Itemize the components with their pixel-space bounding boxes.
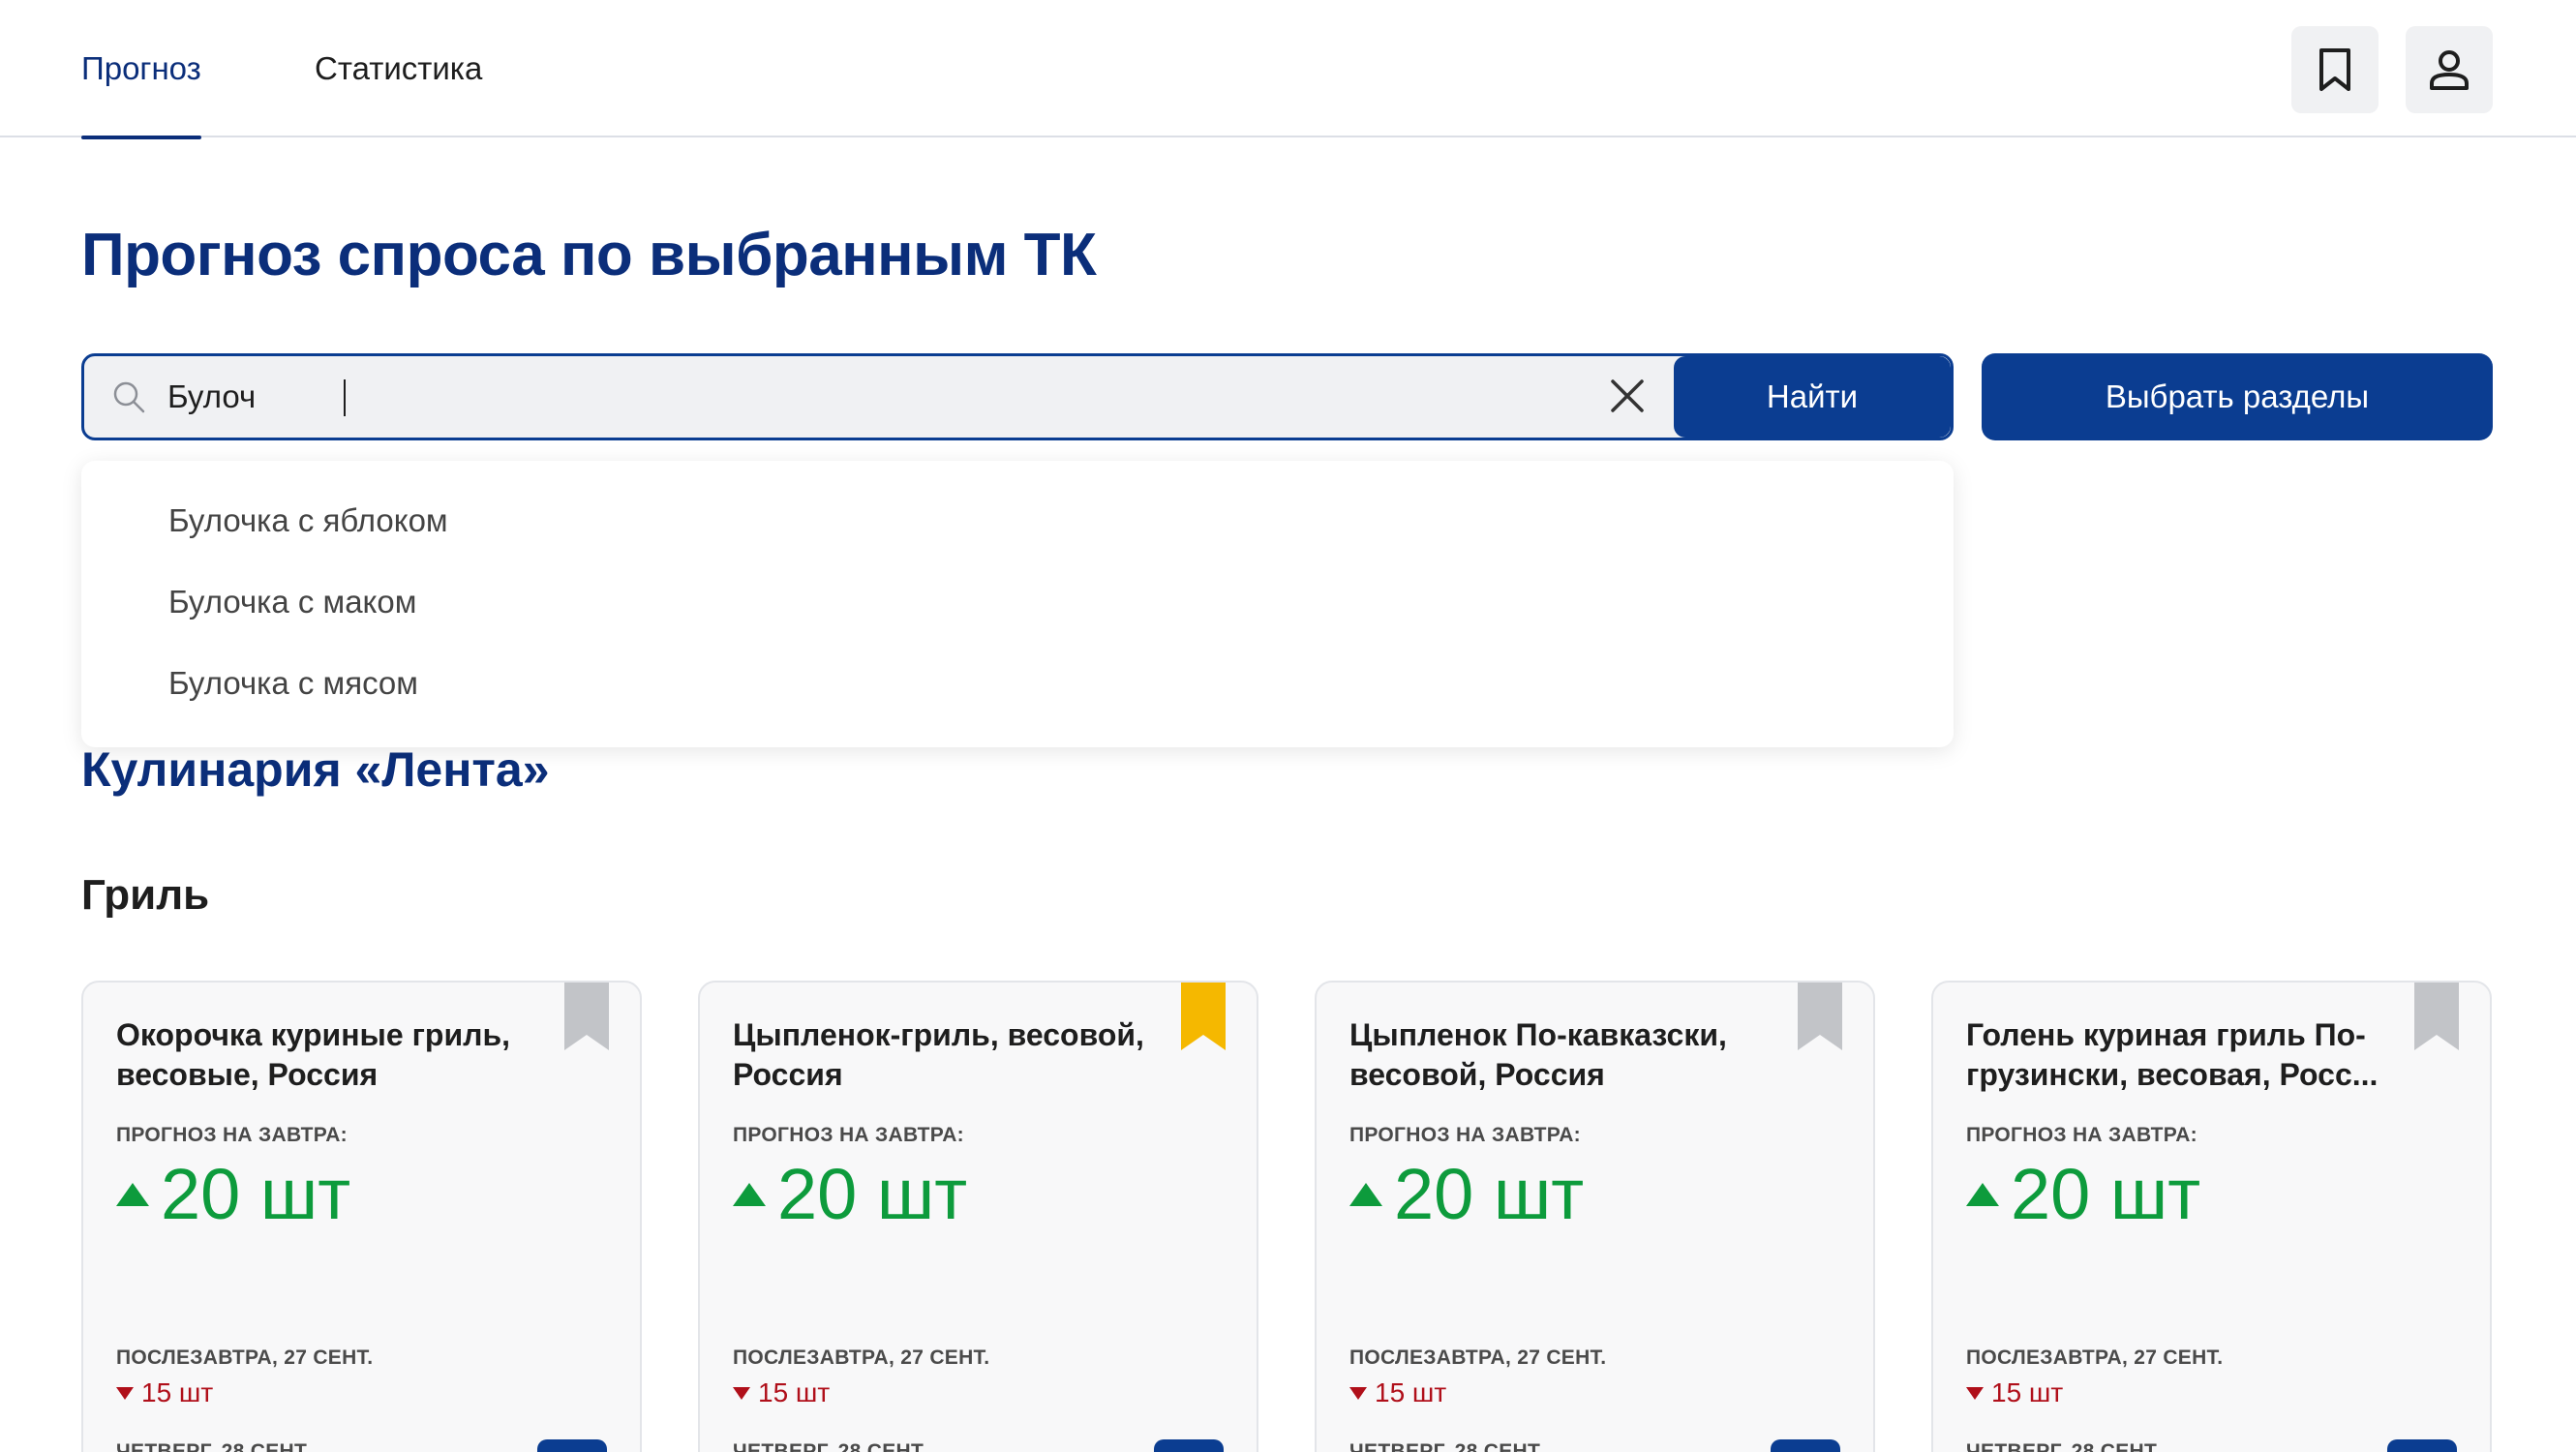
- forecast-label: ПРОГНОЗ НА ЗАВТРА:: [116, 1124, 348, 1146]
- product-card[interactable]: Голень куриная гриль По-грузински, весов…: [1931, 981, 2492, 1452]
- product-name: Цыпленок-гриль, весовой, Россия: [733, 1017, 1144, 1092]
- search-bar: Найти: [81, 353, 1954, 440]
- text-caret: [344, 379, 346, 416]
- day-after-value-text: 15 шт: [758, 1377, 831, 1407]
- day-after-value-text: 15 шт: [141, 1377, 214, 1407]
- suggestion-item[interactable]: Булочка с маком: [81, 561, 1954, 643]
- product-card[interactable]: Окорочка куриные гриль, весовые, Россия …: [81, 981, 642, 1452]
- card-action-button[interactable]: [537, 1439, 607, 1452]
- product-name: Голень куриная гриль По-грузински, весов…: [1966, 1017, 2379, 1092]
- find-button[interactable]: Найти: [1674, 356, 1951, 438]
- card-action-button[interactable]: [2387, 1439, 2457, 1452]
- bookmark-icon: [2319, 48, 2350, 91]
- search-input[interactable]: [167, 356, 1620, 438]
- day-after-value-text: 15 шт: [1375, 1377, 1447, 1407]
- forecast-label: ПРОГНОЗ НА ЗАВТРА:: [1349, 1124, 1581, 1146]
- arrow-down-icon: [116, 1386, 134, 1400]
- forecast-value: 20 шт: [1966, 1153, 2200, 1235]
- bookmark-icon[interactable]: [1798, 981, 1842, 1050]
- forecast-label: ПРОГНОЗ НА ЗАВТРА:: [1966, 1124, 2197, 1146]
- product-name: Цыпленок По-кавказски, весовой, Россия: [1349, 1017, 1727, 1092]
- thursday-label: ЧЕТВЕРГ, 28 СЕНТ.: [1349, 1440, 1544, 1452]
- bookmark-icon[interactable]: [564, 981, 609, 1050]
- day-after-label: ПОСЛЕЗАВТРА, 27 СЕНТ.: [116, 1346, 374, 1369]
- profile-button[interactable]: [2406, 26, 2493, 113]
- forecast-value-text: 20 шт: [2011, 1154, 2201, 1234]
- forecast-value-text: 20 шт: [161, 1154, 351, 1234]
- arrow-up-icon: [733, 1182, 766, 1206]
- day-after-label: ПОСЛЕЗАВТРА, 27 СЕНТ.: [733, 1346, 990, 1369]
- subsection-title: Гриль: [81, 871, 210, 919]
- forecast-value: 20 шт: [733, 1153, 967, 1235]
- day-after-value-text: 15 шт: [1991, 1377, 2064, 1407]
- user-icon: [2430, 50, 2469, 90]
- forecast-value-text: 20 шт: [777, 1154, 968, 1234]
- forecast-value: 20 шт: [116, 1153, 350, 1235]
- tab-forecast[interactable]: Прогноз: [81, 46, 201, 139]
- arrow-down-icon: [1349, 1386, 1367, 1400]
- day-after-label: ПОСЛЕЗАВТРА, 27 СЕНТ.: [1966, 1346, 2224, 1369]
- page-title: Прогноз спроса по выбранным ТК: [81, 222, 1097, 288]
- card-action-button[interactable]: [1154, 1439, 1224, 1452]
- thursday-label: ЧЕТВЕРГ, 28 СЕНТ.: [733, 1440, 927, 1452]
- suggestion-item[interactable]: Булочка с мясом: [81, 643, 1954, 724]
- bookmarks-button[interactable]: [2291, 26, 2379, 113]
- forecast-label: ПРОГНОЗ НА ЗАВТРА:: [733, 1124, 964, 1146]
- thursday-label: ЧЕТВЕРГ, 28 СЕНТ.: [116, 1440, 311, 1452]
- forecast-value: 20 шт: [1349, 1153, 1584, 1235]
- day-after-value: 15 шт: [1349, 1377, 1446, 1408]
- card-action-button[interactable]: [1771, 1439, 1840, 1452]
- tab-statistics[interactable]: Статистика: [315, 46, 482, 137]
- product-card[interactable]: Цыпленок-гриль, весовой, Россия ПРОГНОЗ …: [698, 981, 1258, 1452]
- arrow-down-icon: [733, 1386, 750, 1400]
- bookmark-icon[interactable]: [1181, 981, 1226, 1050]
- arrow-up-icon: [1966, 1182, 1999, 1206]
- section-title: Кулинария «Лента»: [81, 742, 550, 797]
- arrow-up-icon: [1349, 1182, 1382, 1206]
- search-suggestions: Булочка с яблоком Булочка с маком Булочк…: [81, 461, 1954, 747]
- day-after-value: 15 шт: [1966, 1377, 2063, 1408]
- bookmark-icon[interactable]: [2414, 981, 2459, 1050]
- thursday-label: ЧЕТВЕРГ, 28 СЕНТ.: [1966, 1440, 2161, 1452]
- select-sections-button[interactable]: Выбрать разделы: [1982, 353, 2493, 440]
- product-name: Окорочка куриные гриль, весовые, Россия: [116, 1017, 510, 1092]
- arrow-up-icon: [116, 1182, 149, 1206]
- day-after-value: 15 шт: [733, 1377, 830, 1408]
- suggestion-item[interactable]: Булочка с яблоком: [81, 480, 1954, 561]
- day-after-value: 15 шт: [116, 1377, 213, 1408]
- close-icon[interactable]: [1607, 376, 1648, 416]
- arrow-down-icon: [1966, 1386, 1984, 1400]
- top-navigation: Прогноз Статистика: [0, 0, 2576, 139]
- search-icon: [113, 381, 145, 413]
- day-after-label: ПОСЛЕЗАВТРА, 27 СЕНТ.: [1349, 1346, 1607, 1369]
- product-card[interactable]: Цыпленок По-кавказски, весовой, Россия П…: [1315, 981, 1875, 1452]
- forecast-value-text: 20 шт: [1394, 1154, 1585, 1234]
